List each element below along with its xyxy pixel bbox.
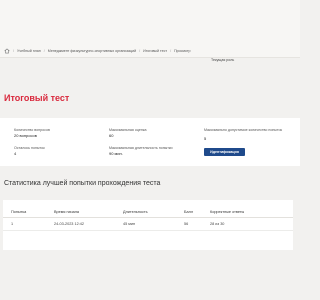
cell-start-time: 24-03-2023 12:42 [54,222,84,226]
max-duration-label: Максимальная длительность попытки [109,146,173,150]
cell-attempt: 1 [11,222,14,226]
table-row-divider [3,230,293,231]
breadcrumb-item-current: Просмотр [174,49,191,53]
breadcrumb: / Учебный план / Менеджмент физкультурно… [4,47,191,55]
column-header-correct-answers: Корректные ответы [210,210,245,214]
column-header-attempt: Попытка [11,210,27,214]
cell-duration: 45 мин [123,222,136,226]
max-duration-value: 90 мин. [109,151,123,156]
breadcrumb-item-plan[interactable]: Учебный план [17,49,41,53]
column-header-start-time: Время начала [54,210,80,214]
test-summary-card: Количество вопросов 20 вопросов Максимал… [0,118,300,166]
header-divider [0,57,300,58]
max-attempts-label: Максимально допустимое количество попыто… [204,128,283,132]
breadcrumb-separator: / [170,49,172,53]
stats-heading: Статистика лучшей попытки прохождения те… [4,180,161,187]
breadcrumb-separator: / [139,49,141,53]
breadcrumb-separator: / [13,49,14,53]
home-icon[interactable] [4,48,10,54]
stats-table: Попытка Время начала Длительность Балл К… [3,200,293,250]
cell-score: 56 [184,222,189,226]
table-header-divider [3,217,293,218]
column-header-duration: Длительность [123,210,148,214]
identification-button[interactable]: Идентификация [204,148,245,156]
top-bar: / Учебный план / Менеджмент физкультурно… [0,0,300,58]
breadcrumb-separator: / [43,49,45,53]
max-attempts-value: 5 [204,136,207,141]
cell-correct-answers: 28 из 30 [210,222,225,226]
column-header-score: Балл [184,210,194,214]
breadcrumb-item-test[interactable]: Итоговый тест [143,49,167,53]
remaining-attempts-label: Осталось попыток [14,146,45,150]
remaining-attempts-value: 4 [14,151,17,156]
current-role[interactable]: Текущая роль [211,58,234,62]
questions-value: 20 вопросов [14,133,37,138]
max-score-label: Максимальная оценка [109,128,147,132]
questions-label: Количество вопросов [14,128,50,132]
page-title: Итоговый тест [4,93,70,103]
max-score-value: 60 [109,133,114,138]
breadcrumb-item-course[interactable]: Менеджмент физкультурно-спортивных орган… [48,49,136,53]
